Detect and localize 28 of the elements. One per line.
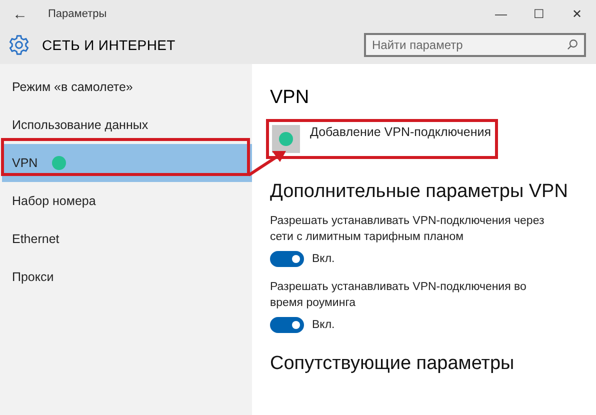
add-vpn-button[interactable]: Добавление VPN-подключения (272, 125, 492, 153)
marker-dot (52, 156, 66, 170)
search-icon (567, 39, 578, 50)
sidebar-item[interactable]: Использование данных (2, 106, 252, 144)
window-control-button[interactable]: ☐ (520, 7, 558, 21)
window-control-button[interactable]: ✕ (558, 7, 596, 21)
search-field[interactable]: Найти параметр (364, 33, 586, 57)
toggle-state: Вкл. (312, 253, 335, 265)
sidebar-item[interactable]: VPN (2, 144, 252, 182)
back-button[interactable]: ← (0, 6, 40, 22)
sidebar-item[interactable]: Режим «в самолете» (2, 68, 252, 106)
option-label: Разрешать устанавливать VPN-подключения во время роуминга (270, 280, 528, 311)
sidebar-item[interactable]: Набор номера (2, 182, 252, 220)
marker-tile (272, 125, 300, 153)
gear-icon (8, 34, 30, 56)
window-control-button[interactable]: — (482, 7, 520, 21)
toggle-switch[interactable] (270, 251, 304, 267)
section-heading: Сопутствующие параметры (270, 353, 516, 375)
toggle-switch[interactable] (270, 317, 304, 333)
sidebar-item[interactable]: Прокси (2, 258, 252, 296)
sidebar-item[interactable]: Ethernet (2, 220, 252, 258)
section-heading: Дополнительные параметры VPN (270, 181, 569, 203)
toggle-state: Вкл. (312, 319, 335, 331)
section-title: СЕТЬ И ИНТЕРНЕТ (42, 37, 176, 53)
option-label: Разрешать устанавливать VPN-подключения через сети с лимитным тарифным планом (270, 214, 546, 245)
page-heading: VPN (270, 87, 310, 109)
arrow (248, 151, 286, 176)
window-title: Параметры (48, 8, 108, 20)
